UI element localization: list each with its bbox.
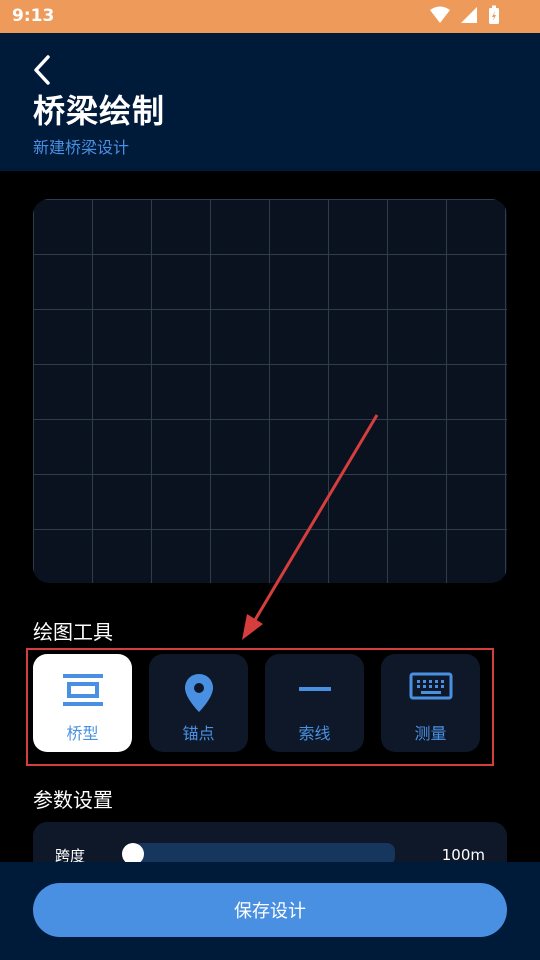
params-section-title: 参数设置 bbox=[33, 788, 113, 812]
drawing-canvas[interactable] bbox=[33, 199, 507, 583]
tool-cable[interactable]: 索线 bbox=[265, 654, 364, 752]
status-icons bbox=[430, 5, 500, 25]
page-subtitle: 新建桥梁设计 bbox=[33, 138, 130, 157]
tools-section-title: 绘图工具 bbox=[33, 620, 113, 644]
tool-label: 锚点 bbox=[182, 724, 215, 743]
tool-label: 索线 bbox=[298, 724, 331, 743]
back-button[interactable] bbox=[30, 53, 58, 87]
save-design-button[interactable]: 保存设计 bbox=[33, 883, 507, 937]
wifi-icon bbox=[430, 6, 450, 23]
page-title: 桥梁绘制 bbox=[33, 92, 166, 130]
tool-label: 桥型 bbox=[66, 724, 99, 743]
chevron-left-icon bbox=[34, 55, 50, 85]
bridge-type-icon bbox=[62, 674, 103, 706]
status-time: 9:13 bbox=[12, 6, 55, 26]
bottom-bar: 保存设计 bbox=[0, 862, 540, 960]
header: 桥梁绘制 新建桥梁设计 bbox=[0, 33, 540, 171]
status-bar: 9:13 bbox=[0, 0, 540, 33]
tool-measure[interactable]: 测量 bbox=[381, 654, 480, 752]
canvas-grid-lines bbox=[33, 199, 507, 583]
tool-anchor[interactable]: 锚点 bbox=[149, 654, 248, 752]
battery-icon bbox=[489, 5, 499, 24]
signal-icon bbox=[461, 7, 477, 23]
tool-label: 测量 bbox=[414, 724, 447, 743]
keyboard-icon bbox=[409, 672, 452, 700]
tools-row: 桥型 锚点 索线 测量 bbox=[26, 648, 494, 766]
location-pin-icon bbox=[184, 674, 213, 712]
line-icon bbox=[298, 687, 331, 691]
tool-bridge-type[interactable]: 桥型 bbox=[33, 654, 132, 752]
